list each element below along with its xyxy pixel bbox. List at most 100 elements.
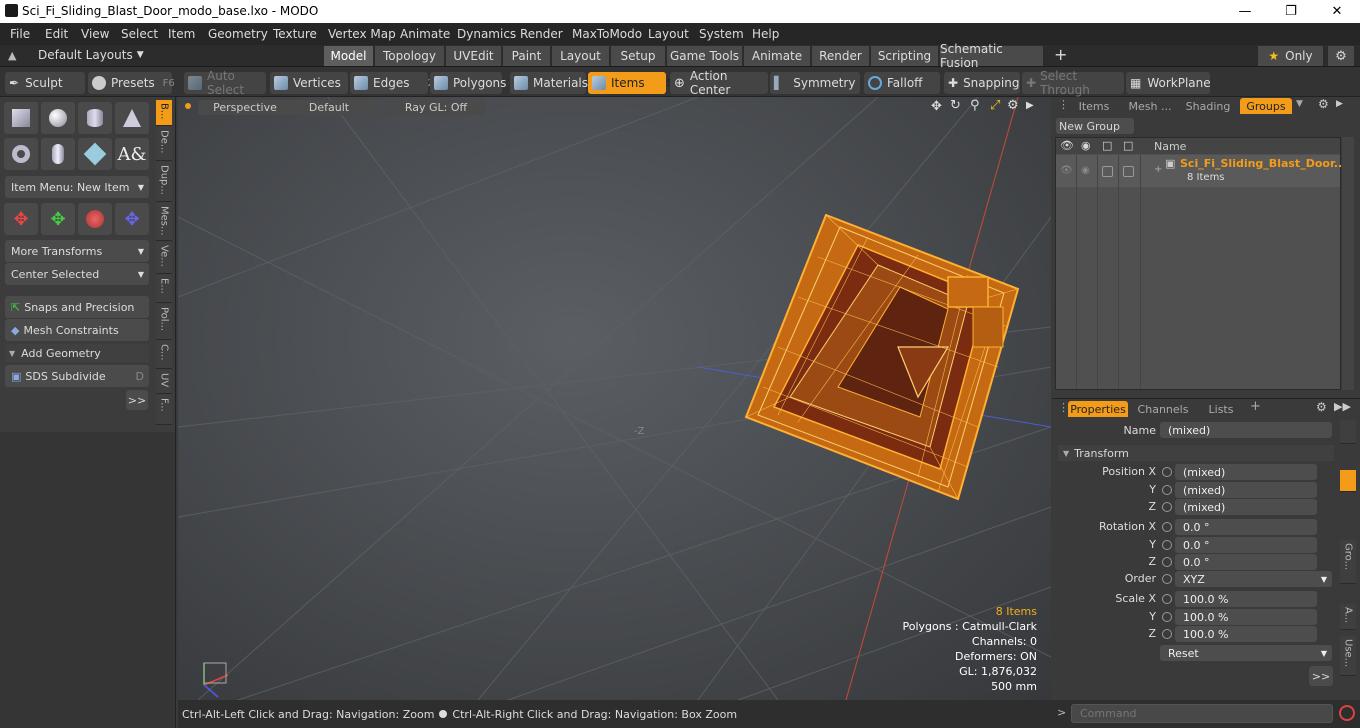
close-icon[interactable]: ✕ bbox=[1314, 0, 1360, 23]
vtab-duplicate[interactable]: Dup... bbox=[156, 162, 172, 202]
center-selected-dropdown[interactable]: Center Selected ▼ bbox=[5, 263, 149, 285]
vtab-polygon[interactable]: Pol... bbox=[156, 304, 172, 340]
vtab-fusion[interactable]: F... bbox=[156, 395, 172, 425]
menu-vertex-map[interactable]: Vertex Map bbox=[328, 27, 396, 41]
pen-tool-icon[interactable] bbox=[78, 138, 112, 170]
tab-uvedit[interactable]: UVEdit bbox=[446, 46, 502, 66]
scale-z-field[interactable]: 100.0 % bbox=[1175, 626, 1317, 642]
polygons-button[interactable]: Polygons bbox=[430, 72, 506, 94]
add-tab-icon[interactable]: + bbox=[1250, 399, 1261, 414]
cylinder-primitive-icon[interactable] bbox=[78, 102, 112, 134]
menu-edit[interactable]: Edit bbox=[45, 27, 68, 41]
rotation-z-field[interactable]: 0.0 ° bbox=[1175, 554, 1317, 570]
auto-select-button[interactable]: Auto Select bbox=[184, 69, 266, 97]
move-transform-icon[interactable]: ✥ bbox=[4, 203, 38, 235]
select-column-icon[interactable]: □ bbox=[1123, 139, 1133, 152]
new-group-button[interactable]: New Group bbox=[1056, 118, 1134, 134]
items-button[interactable]: Items5 bbox=[588, 72, 673, 94]
sds-subdivide-button[interactable]: ▣ SDS Subdivide D bbox=[5, 365, 149, 387]
sphere-primitive-icon[interactable] bbox=[41, 102, 75, 134]
scale-x-field[interactable]: 100.0 % bbox=[1175, 591, 1317, 607]
menu-maxtomodo[interactable]: MaxToModo bbox=[572, 27, 642, 41]
tab-render[interactable]: Render bbox=[812, 46, 870, 66]
tab-properties[interactable]: Properties bbox=[1068, 401, 1128, 417]
name-field[interactable]: (mixed) bbox=[1160, 422, 1332, 438]
raygl-dropdown[interactable]: Ray GL: Off bbox=[386, 100, 486, 115]
default-layouts-dropdown[interactable]: Default Layouts ▼ bbox=[38, 48, 144, 62]
vtab-a[interactable]: A... bbox=[1340, 604, 1356, 630]
menu-system[interactable]: System bbox=[699, 27, 744, 41]
add-geometry-header[interactable]: ▼ Add Geometry bbox=[5, 344, 149, 362]
panel-settings-icon[interactable]: ⚙ bbox=[1318, 97, 1329, 111]
menu-item[interactable]: Item bbox=[168, 27, 195, 41]
tab-model[interactable]: Model bbox=[324, 46, 374, 66]
position-z-keyframe-icon[interactable] bbox=[1162, 502, 1172, 512]
menu-geometry[interactable]: Geometry bbox=[208, 27, 268, 41]
torus-primitive-icon[interactable] bbox=[4, 138, 38, 170]
menu-texture[interactable]: Texture bbox=[273, 27, 317, 41]
maximize-icon[interactable]: ❐ bbox=[1268, 0, 1314, 23]
viewport-settings-icon[interactable]: ⚙ bbox=[1007, 98, 1019, 113]
panel-settings-icon[interactable]: ⚙ bbox=[1316, 400, 1327, 414]
workplane-button[interactable]: ▦ WorkPlane bbox=[1126, 72, 1211, 94]
rotation-y-keyframe-icon[interactable] bbox=[1162, 540, 1172, 550]
tab-schematic-fusion[interactable]: Schematic Fusion bbox=[940, 42, 1044, 70]
vtab-curve[interactable]: C... bbox=[156, 341, 172, 369]
more-transforms-dropdown[interactable]: More Transforms ▼ bbox=[5, 240, 149, 262]
viewport-menu-icon[interactable]: ▶ bbox=[1026, 100, 1034, 111]
tab-paint[interactable]: Paint bbox=[503, 46, 551, 66]
render-column-icon[interactable]: ◉ bbox=[1081, 139, 1091, 152]
vtab-deform[interactable]: De... bbox=[156, 127, 172, 161]
menu-help[interactable]: Help bbox=[752, 27, 779, 41]
vtab-group[interactable]: Gro... bbox=[1340, 540, 1356, 584]
menu-render[interactable]: Render bbox=[520, 27, 563, 41]
tab-scripting[interactable]: Scripting bbox=[871, 46, 939, 66]
mesh-constraints-button[interactable]: ◆ Mesh Constraints bbox=[5, 319, 149, 341]
snaps-precision-button[interactable]: ⇱ Snaps and Precision bbox=[5, 296, 149, 318]
more-tools-button[interactable]: >> bbox=[126, 390, 148, 410]
rotation-x-field[interactable]: 0.0 ° bbox=[1175, 519, 1317, 535]
order-keyframe-icon[interactable] bbox=[1162, 574, 1172, 584]
scale-x-keyframe-icon[interactable] bbox=[1162, 594, 1172, 604]
scale-transform-icon[interactable] bbox=[78, 203, 112, 235]
capsule-primitive-icon[interactable] bbox=[41, 138, 75, 170]
row-render-icon[interactable]: ◉ bbox=[1081, 165, 1090, 176]
item-menu-dropdown[interactable]: Item Menu: New Item ▼ bbox=[5, 176, 149, 198]
3d-viewport[interactable]: Perspective Default Ray GL: Off ✥ ↻ ⚲ ⤢ … bbox=[178, 97, 1051, 700]
panel-menu-icon[interactable]: ▶▶ bbox=[1334, 400, 1351, 413]
presets-button[interactable]: Presets F6 bbox=[88, 72, 175, 94]
group-name[interactable]: Sci_Fi_Sliding_Blast_Door... bbox=[1180, 157, 1346, 170]
falloff-button[interactable]: Falloff bbox=[864, 72, 940, 94]
shading-default-dropdown[interactable]: Default bbox=[278, 100, 380, 115]
tab-animate[interactable]: Animate bbox=[744, 46, 811, 66]
tab-shading[interactable]: Shading bbox=[1180, 98, 1236, 114]
lock-column-icon[interactable]: □ bbox=[1102, 139, 1112, 152]
menu-file[interactable]: File bbox=[10, 27, 30, 41]
scale-y-field[interactable]: 100.0 % bbox=[1175, 609, 1317, 625]
menu-layout[interactable]: Layout bbox=[648, 27, 689, 41]
symmetry-button[interactable]: ▌ Symmetry bbox=[770, 72, 860, 94]
tab-groups[interactable]: Groups bbox=[1240, 98, 1292, 114]
order-dropdown[interactable]: XYZ ▼ bbox=[1175, 571, 1332, 587]
command-input[interactable] bbox=[1071, 704, 1333, 723]
tab-mesh[interactable]: Mesh ... bbox=[1124, 98, 1176, 114]
vertices-button[interactable]: Vertices1 bbox=[270, 72, 357, 94]
orbit-icon[interactable]: ↻ bbox=[950, 98, 961, 113]
vtab-vertex[interactable]: Ve... bbox=[156, 242, 172, 274]
visibility-column-icon[interactable]: 👁 bbox=[1060, 139, 1074, 152]
rotation-x-keyframe-icon[interactable] bbox=[1162, 522, 1172, 532]
only-button[interactable]: ★ Only bbox=[1258, 46, 1323, 66]
sculpt-button[interactable]: ✒ Sculpt bbox=[5, 72, 85, 94]
vtab-basic[interactable]: B... bbox=[156, 100, 172, 126]
menu-view[interactable]: View bbox=[81, 27, 109, 41]
materials-button[interactable]: Materials bbox=[510, 72, 588, 94]
vtab-props-grip[interactable] bbox=[1340, 420, 1356, 444]
position-y-field[interactable]: (mixed) bbox=[1175, 482, 1317, 498]
position-z-field[interactable]: (mixed) bbox=[1175, 499, 1317, 515]
cube-primitive-icon[interactable] bbox=[4, 102, 38, 134]
panel-menu-icon[interactable]: ▶ bbox=[1336, 99, 1343, 109]
rotation-z-keyframe-icon[interactable] bbox=[1162, 557, 1172, 567]
pan-icon[interactable]: ✥ bbox=[931, 99, 942, 114]
menu-dynamics[interactable]: Dynamics bbox=[457, 27, 516, 41]
more-properties-button[interactable]: >> bbox=[1309, 666, 1333, 686]
